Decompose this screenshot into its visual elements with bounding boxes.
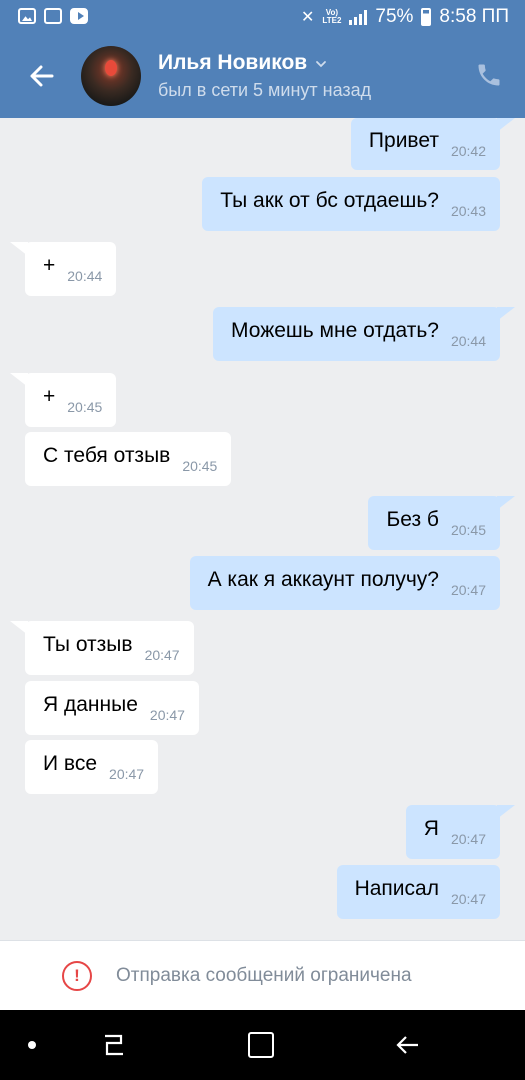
- message-time: 20:45: [450, 522, 486, 538]
- message-text: +: [43, 254, 56, 277]
- system-icons: ✕ Vo) LTE2 75% 8:58 ПП: [301, 6, 509, 28]
- message-time: 20:44: [67, 268, 103, 284]
- home-icon[interactable]: [248, 1032, 274, 1058]
- recent-apps-icon[interactable]: [101, 1032, 127, 1058]
- message-time: 20:43: [450, 203, 486, 219]
- youtube-notification-icon: [70, 8, 88, 24]
- chevron-down-icon: [316, 61, 327, 68]
- message-time: 20:42: [450, 143, 486, 159]
- message-outgoing[interactable]: Ты акк от бс отдаешь? 20:43: [202, 177, 500, 231]
- message-text: Без б: [386, 508, 439, 531]
- message-outgoing[interactable]: Можешь мне отдать? 20:44: [213, 307, 500, 361]
- message-outgoing[interactable]: Привет 20:42: [350, 118, 500, 170]
- notification-icons: [18, 8, 88, 24]
- warning-icon: !: [62, 960, 92, 991]
- status-bar: ✕ Vo) LTE2 75% 8:58 ПП: [0, 0, 525, 36]
- message-incoming[interactable]: Ты отзыв 20:47: [25, 621, 194, 675]
- app-notification-icon: [44, 8, 62, 24]
- volte-icon: Vo) LTE2: [322, 8, 342, 25]
- chat-header: Илья Новиков был в сети 5 минут назад: [0, 36, 525, 118]
- battery-percent: 75%: [375, 6, 414, 27]
- contact-name: Илья Новиков: [158, 51, 308, 74]
- system-nav-bar: [0, 1010, 525, 1080]
- message-text: Можешь мне отдать?: [231, 319, 439, 342]
- message-text: Написал: [354, 877, 439, 900]
- mute-icon: ✕: [301, 9, 315, 26]
- message-incoming[interactable]: С тебя отзыв 20:45: [25, 432, 232, 486]
- message-time: 20:47: [450, 891, 486, 907]
- message-incoming[interactable]: Я данные 20:47: [25, 681, 199, 735]
- message-incoming[interactable]: + 20:44: [25, 242, 117, 296]
- message-time: 20:47: [450, 582, 486, 598]
- message-time: 20:47: [149, 707, 185, 723]
- message-text: +: [43, 385, 56, 408]
- message-text: Я: [423, 817, 439, 840]
- phone-call-icon[interactable]: [475, 61, 503, 89]
- message-incoming[interactable]: + 20:45: [25, 373, 117, 427]
- message-text: Ты акк от бс отдаешь?: [220, 189, 439, 212]
- message-outgoing[interactable]: Без б 20:45: [368, 496, 500, 550]
- avatar[interactable]: [81, 46, 141, 106]
- message-time: 20:47: [450, 831, 486, 847]
- last-seen-status: был в сети 5 минут назад: [158, 80, 372, 100]
- message-outgoing[interactable]: Написал 20:47: [336, 865, 500, 919]
- message-text: Ты отзыв: [43, 633, 133, 656]
- battery-icon: [421, 8, 432, 26]
- nav-dot-icon[interactable]: [28, 1041, 36, 1049]
- signal-icon: [349, 9, 368, 25]
- message-outgoing[interactable]: Я 20:47: [405, 805, 500, 859]
- message-outgoing[interactable]: А как я аккаунт получу? 20:47: [189, 556, 500, 610]
- message-text: С тебя отзыв: [43, 444, 171, 467]
- message-time: 20:47: [109, 766, 145, 782]
- message-text: А как я аккаунт получу?: [207, 568, 439, 591]
- message-text: Привет: [368, 129, 439, 152]
- message-time: 20:45: [182, 458, 218, 474]
- contact-title[interactable]: Илья Новиков: [158, 51, 327, 75]
- back-nav-icon[interactable]: [394, 1032, 422, 1058]
- message-time: 20:47: [144, 647, 180, 663]
- message-time: 20:44: [450, 333, 486, 349]
- gallery-notification-icon: [18, 8, 36, 24]
- back-arrow-icon[interactable]: [22, 56, 62, 96]
- message-text: И все: [43, 752, 98, 775]
- clock: 8:58 ПП: [439, 6, 509, 27]
- message-incoming[interactable]: И все 20:47: [25, 740, 159, 794]
- restriction-text: Отправка сообщений ограничена: [116, 964, 412, 986]
- message-time: 20:45: [67, 399, 103, 415]
- message-text: Я данные: [43, 693, 138, 716]
- messaging-restricted-bar: ! Отправка сообщений ограничена: [0, 940, 525, 1010]
